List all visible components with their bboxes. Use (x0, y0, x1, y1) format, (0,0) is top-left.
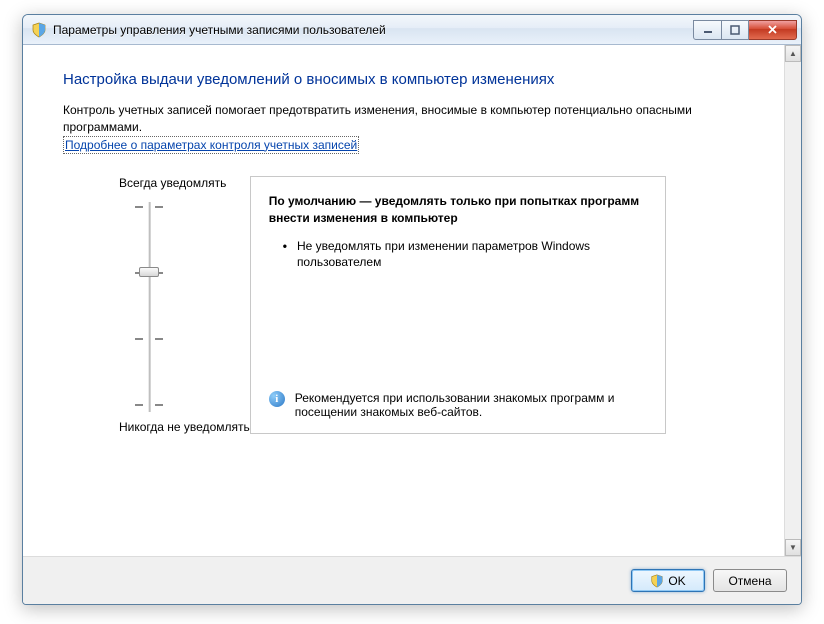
page-heading: Настройка выдачи уведомлений о вносимых … (63, 71, 764, 88)
close-button[interactable] (749, 20, 797, 40)
description-text: Контроль учетных записей помогает предот… (63, 102, 713, 154)
recommendation-row: i Рекомендуется при использовании знаком… (269, 391, 649, 419)
maximize-button[interactable] (722, 20, 749, 40)
ok-button[interactable]: OK (631, 569, 705, 592)
scroll-up-button[interactable]: ▲ (785, 45, 801, 62)
slider-top-label: Всегда уведомлять (119, 176, 250, 190)
uac-slider[interactable] (134, 202, 164, 412)
window-title: Параметры управления учетными записями п… (53, 23, 693, 37)
slider-thumb[interactable] (139, 267, 159, 277)
info-bullet: • Не уведомлять при изменении параметров… (283, 238, 649, 270)
ok-label: OK (668, 574, 685, 588)
shield-icon (650, 574, 664, 588)
slider-area: Всегда уведомлять Никогда не уведомлять (79, 176, 764, 434)
recommendation-text: Рекомендуется при использовании знакомых… (295, 391, 649, 419)
footer: OK Отмена (23, 556, 801, 604)
content: Настройка выдачи уведомлений о вносимых … (23, 45, 784, 556)
shield-icon (31, 22, 47, 38)
bullet-text: Не уведомлять при изменении параметров W… (297, 238, 649, 270)
slider-track (148, 202, 151, 412)
slider-tick (135, 404, 163, 406)
scroll-down-button[interactable]: ▼ (785, 539, 801, 556)
slider-bottom-label: Никогда не уведомлять (119, 420, 250, 434)
titlebar[interactable]: Параметры управления учетными записями п… (23, 15, 801, 45)
bullet-icon: • (283, 238, 287, 270)
uac-settings-window: Параметры управления учетными записями п… (22, 14, 802, 605)
minimize-button[interactable] (693, 20, 722, 40)
vertical-scrollbar[interactable]: ▲ ▼ (784, 45, 801, 556)
info-panel: По умолчанию — уведомлять только при поп… (250, 176, 666, 434)
slider-tick (135, 338, 163, 340)
cancel-label: Отмена (728, 574, 771, 588)
info-icon: i (269, 391, 285, 407)
slider-tick (135, 206, 163, 208)
learn-more-link[interactable]: Подробнее о параметрах контроля учетных … (63, 136, 359, 155)
window-controls (693, 20, 797, 40)
scroll-track[interactable] (785, 62, 801, 539)
description-body: Контроль учетных записей помогает предот… (63, 103, 692, 134)
cancel-button[interactable]: Отмена (713, 569, 787, 592)
info-title: По умолчанию — уведомлять только при поп… (269, 193, 649, 225)
client-area: Настройка выдачи уведомлений о вносимых … (23, 45, 801, 556)
